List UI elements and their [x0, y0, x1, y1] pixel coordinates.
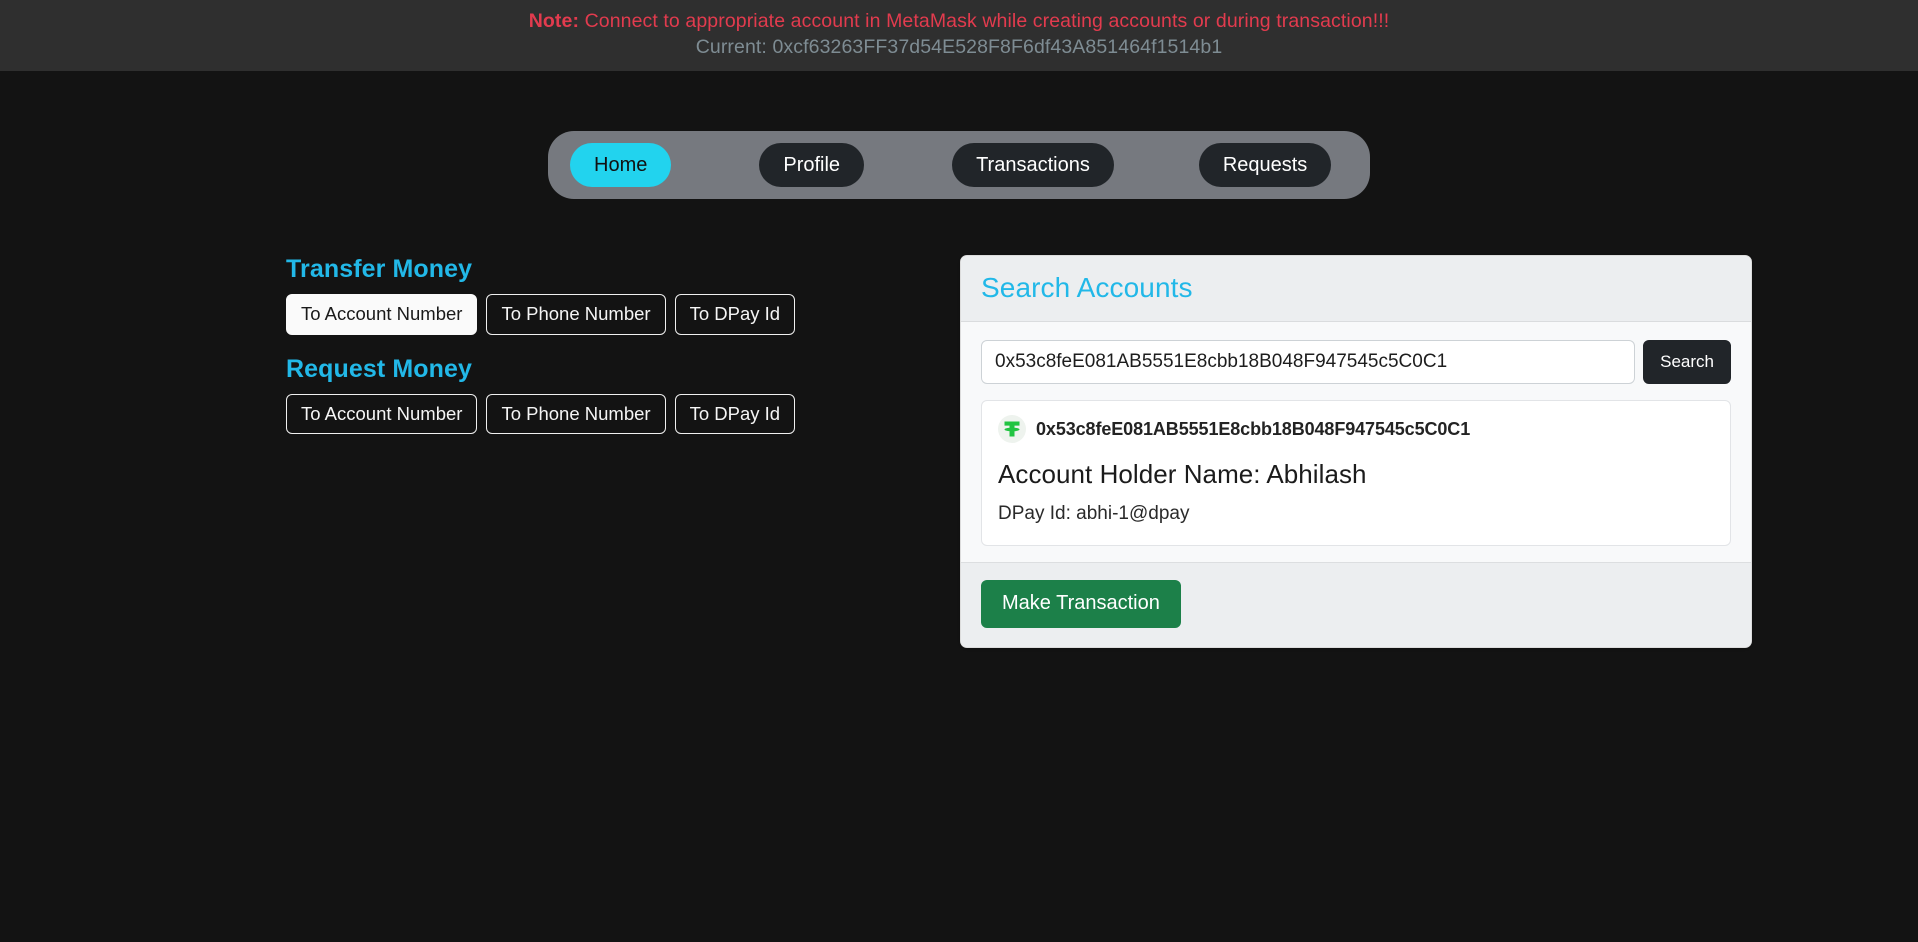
nav-item-profile[interactable]: Profile	[759, 143, 865, 188]
search-accounts-card-footer: Make Transaction	[961, 562, 1751, 648]
result-address-row: 0x53c8feE081AB5551E8cbb18B048F947545c5C0…	[998, 415, 1714, 444]
note-label: Note:	[528, 10, 580, 32]
current-account-text: Current: 0xcf63263FF37d54E528F8F6df43A85…	[695, 35, 1223, 58]
result-account-address: 0x53c8feE081AB5551E8cbb18B048F947545c5C0…	[1036, 418, 1471, 439]
search-accounts-card: Search Accounts Search	[960, 255, 1752, 649]
search-row: Search	[981, 340, 1731, 385]
tether-token-icon	[998, 415, 1026, 444]
money-actions-column: Transfer Money To Account Number To Phon…	[0, 255, 960, 648]
main-content: Transfer Money To Account Number To Phon…	[0, 255, 1918, 649]
note-message: Connect to appropriate account in MetaMa…	[579, 10, 1390, 32]
request-options-row: To Account Number To Phone Number To DPa…	[286, 393, 960, 434]
search-accounts-column: Search Accounts Search	[960, 255, 1918, 649]
nav-pill-container: Home Profile Transactions Requests	[548, 131, 1370, 200]
note-message-line: Note: Connect to appropriate account in …	[0, 9, 1918, 35]
search-result-item[interactable]: 0x53c8feE081AB5551E8cbb18B048F947545c5C0…	[981, 400, 1731, 547]
search-accounts-card-body: Search 0x53c8feE081AB5551E8cbb18B048F947…	[961, 322, 1751, 563]
nav-item-home[interactable]: Home	[570, 143, 672, 188]
search-accounts-card-header: Search Accounts	[961, 256, 1751, 323]
transfer-to-dpay-id-button[interactable]: To DPay Id	[674, 294, 796, 335]
request-to-dpay-id-button[interactable]: To DPay Id	[674, 393, 796, 434]
nav-item-requests[interactable]: Requests	[1198, 143, 1332, 188]
result-account-holder-name: Account Holder Name: Abhilash	[998, 459, 1367, 490]
request-money-title: Request Money	[286, 354, 473, 383]
request-to-account-number-button[interactable]: To Account Number	[286, 393, 478, 434]
request-to-phone-number-button[interactable]: To Phone Number	[486, 393, 666, 434]
result-dpay-id: DPay Id: abhi-1@dpay	[998, 503, 1190, 525]
transfer-money-title: Transfer Money	[286, 255, 473, 284]
transfer-options-row: To Account Number To Phone Number To DPa…	[286, 294, 960, 335]
search-button[interactable]: Search	[1643, 340, 1731, 385]
nav-item-transactions[interactable]: Transactions	[952, 143, 1114, 188]
make-transaction-button[interactable]: Make Transaction	[981, 580, 1181, 629]
transfer-to-account-number-button[interactable]: To Account Number	[286, 294, 478, 335]
search-input[interactable]	[981, 340, 1636, 385]
main-navigation: Home Profile Transactions Requests	[0, 131, 1918, 200]
metamask-note-bar: Note: Connect to appropriate account in …	[0, 0, 1918, 72]
search-accounts-title: Search Accounts	[981, 272, 1193, 304]
transfer-to-phone-number-button[interactable]: To Phone Number	[486, 294, 666, 335]
